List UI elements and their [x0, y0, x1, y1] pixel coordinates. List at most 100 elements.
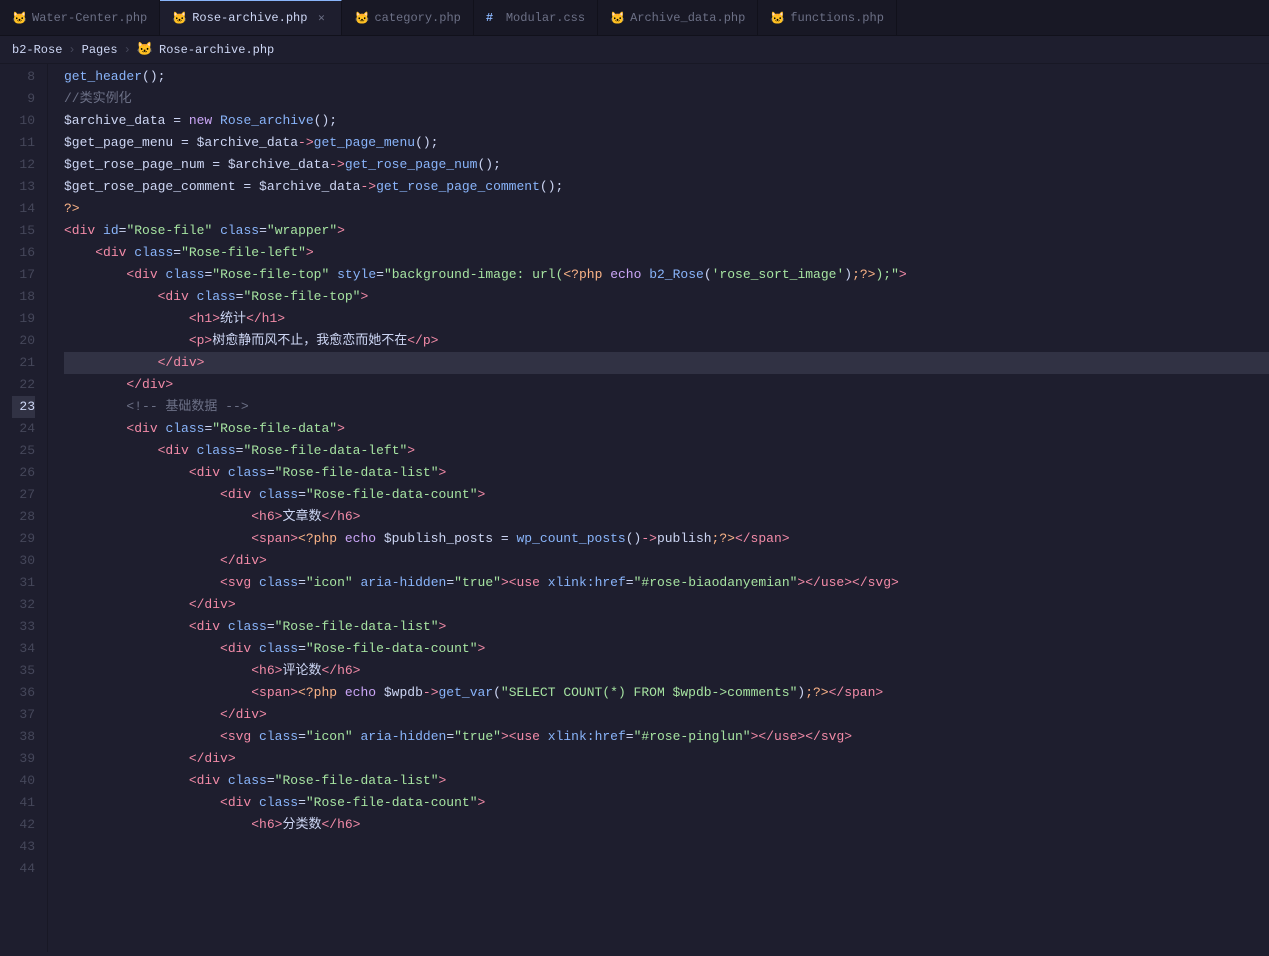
ln-40: 40 — [12, 770, 35, 792]
ln-14: 14 — [12, 198, 35, 220]
ln-27: 27 — [12, 484, 35, 506]
code-line-39: </div> — [64, 704, 1269, 726]
tab-label-archive-data: Archive_data.php — [630, 11, 745, 25]
ln-35: 35 — [12, 660, 35, 682]
ln-38: 38 — [12, 726, 35, 748]
tab-icon-rose-archive: 🐱 — [172, 11, 186, 25]
tab-rose-archive[interactable]: 🐱 Rose-archive.php ✕ — [160, 0, 342, 35]
code-line-35: <div class="Rose-file-data-list"> — [64, 616, 1269, 638]
ln-28: 28 — [12, 506, 35, 528]
breadcrumb-file-icon: 🐱 — [137, 42, 153, 57]
tab-label-modular: Modular.css — [506, 11, 585, 25]
breadcrumb: b2-Rose › Pages › 🐱 Rose-archive.php — [0, 36, 1269, 64]
code-line-37: <h6>评论数</h6> — [64, 660, 1269, 682]
ln-9: 9 — [12, 88, 35, 110]
ln-43: 43 — [12, 836, 35, 858]
ln-15: 15 — [12, 220, 35, 242]
line-numbers: 8 9 10 11 12 13 14 15 16 17 18 19 20 21 … — [0, 64, 48, 952]
code-line-44: <h6>分类数</h6> — [64, 814, 1269, 836]
code-line-8: get_header(); — [64, 66, 1269, 88]
ln-16: 16 — [12, 242, 35, 264]
tab-icon-archive-data: 🐱 — [610, 11, 624, 25]
tab-icon-category: 🐱 — [354, 11, 368, 25]
ln-37: 37 — [12, 704, 35, 726]
code-line-43: <div class="Rose-file-data-count"> — [64, 792, 1269, 814]
ln-19: 19 — [12, 308, 35, 330]
code-line-41: </div> — [64, 748, 1269, 770]
tab-label-functions: functions.php — [790, 11, 884, 25]
ln-21: 21 — [12, 352, 35, 374]
code-line-13: $get_rose_page_num = $archive_data->get_… — [64, 154, 1269, 176]
code-line-42: <div class="Rose-file-data-list"> — [64, 770, 1269, 792]
code-line-14: $get_rose_page_comment = $archive_data->… — [64, 176, 1269, 198]
ln-41: 41 — [12, 792, 35, 814]
ln-20: 20 — [12, 330, 35, 352]
ln-26: 26 — [12, 462, 35, 484]
ln-33: 33 — [12, 616, 35, 638]
code-line-38: <span><?php echo $wpdb->get_var("SELECT … — [64, 682, 1269, 704]
code-line-40: <svg class="icon" aria-hidden="true"><us… — [64, 726, 1269, 748]
ln-18: 18 — [12, 286, 35, 308]
code-line-12: $get_page_menu = $archive_data->get_page… — [64, 132, 1269, 154]
breadcrumb-sep-2: › — [124, 43, 131, 57]
code-line-11: $archive_data = new Rose_archive(); — [64, 110, 1269, 132]
ln-29: 29 — [12, 528, 35, 550]
ln-44: 44 — [12, 858, 35, 880]
ln-42: 42 — [12, 814, 35, 836]
code-line-22: <p>树愈静而风不止，我愈恋而她不在</p> — [64, 330, 1269, 352]
tab-functions[interactable]: 🐱 functions.php — [758, 0, 897, 35]
tab-archive-data[interactable]: 🐱 Archive_data.php — [598, 0, 758, 35]
breadcrumb-sep-1: › — [68, 43, 75, 57]
ln-8: 8 — [12, 66, 35, 88]
ln-36: 36 — [12, 682, 35, 704]
code-line-33: <svg class="icon" aria-hidden="true"><us… — [64, 572, 1269, 594]
ln-10: 10 — [12, 110, 35, 132]
breadcrumb-part-1: b2-Rose — [12, 43, 62, 57]
ln-25: 25 — [12, 440, 35, 462]
code-line-34: </div> — [64, 594, 1269, 616]
code-line-27: <div class="Rose-file-data-left"> — [64, 440, 1269, 462]
ln-11: 11 — [12, 132, 35, 154]
ln-23: 23 — [12, 396, 35, 418]
code-line-16: ?> — [64, 198, 1269, 220]
ln-34: 34 — [12, 638, 35, 660]
ln-24: 24 — [12, 418, 35, 440]
code-line-32: </div> — [64, 550, 1269, 572]
code-line-28: <div class="Rose-file-data-list"> — [64, 462, 1269, 484]
ln-39: 39 — [12, 748, 35, 770]
code-line-29: <div class="Rose-file-data-count"> — [64, 484, 1269, 506]
code-line-23: </div> — [64, 352, 1269, 374]
code-line-26: <div class="Rose-file-data"> — [64, 418, 1269, 440]
ln-17: 17 — [12, 264, 35, 286]
editor: 8 9 10 11 12 13 14 15 16 17 18 19 20 21 … — [0, 64, 1269, 952]
tab-category[interactable]: 🐱 category.php — [342, 0, 473, 35]
ln-13: 13 — [12, 176, 35, 198]
code-line-36: <div class="Rose-file-data-count"> — [64, 638, 1269, 660]
tab-icon-water-center: 🐱 — [12, 11, 26, 25]
ln-31: 31 — [12, 572, 35, 594]
code-line-24: </div> — [64, 374, 1269, 396]
ln-22: 22 — [12, 374, 35, 396]
code-line-18: <div class="Rose-file-left"> — [64, 242, 1269, 264]
code-line-10: //类实例化 — [64, 88, 1269, 110]
code-line-25: <!-- 基础数据 --> — [64, 396, 1269, 418]
tab-icon-modular: # — [486, 11, 500, 25]
tab-modular[interactable]: # Modular.css — [474, 0, 598, 35]
code-area[interactable]: get_header(); //类实例化 $archive_data = new… — [48, 64, 1269, 952]
tab-label-category: category.php — [374, 11, 460, 25]
breadcrumb-part-2: Pages — [82, 43, 118, 57]
ln-12: 12 — [12, 154, 35, 176]
code-line-21: <h1>统计</h1> — [64, 308, 1269, 330]
code-line-20: <div class="Rose-file-top"> — [64, 286, 1269, 308]
code-line-30: <h6>文章数</h6> — [64, 506, 1269, 528]
tab-bar: 🐱 Water-Center.php 🐱 Rose-archive.php ✕ … — [0, 0, 1269, 36]
tab-close-rose-archive[interactable]: ✕ — [313, 10, 329, 26]
code-line-17: <div id="Rose-file" class="wrapper"> — [64, 220, 1269, 242]
ln-32: 32 — [12, 594, 35, 616]
tab-water-center[interactable]: 🐱 Water-Center.php — [0, 0, 160, 35]
breadcrumb-part-3: Rose-archive.php — [159, 43, 274, 57]
ln-30: 30 — [12, 550, 35, 572]
code-line-19: <div class="Rose-file-top" style="backgr… — [64, 264, 1269, 286]
code-line-31: <span><?php echo $publish_posts = wp_cou… — [64, 528, 1269, 550]
tab-label-water-center: Water-Center.php — [32, 11, 147, 25]
